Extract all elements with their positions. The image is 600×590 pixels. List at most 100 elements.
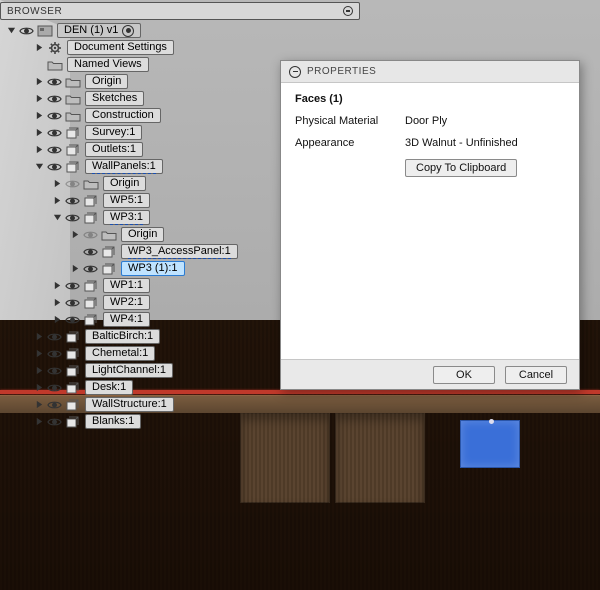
tree-item-label[interactable]: WP4:1 (103, 312, 150, 327)
tree-row[interactable]: Outlets:1 (6, 141, 238, 158)
visibility-eye-icon[interactable] (47, 382, 62, 394)
browser-panel-header[interactable]: BROWSER (0, 2, 360, 20)
tree-row[interactable]: WP3 (1):1 (6, 260, 238, 277)
visibility-eye-icon[interactable] (47, 365, 62, 377)
tree-row[interactable]: Origin (6, 73, 238, 90)
visibility-eye-icon[interactable] (19, 25, 34, 37)
tree-item-label[interactable]: Document Settings (67, 40, 174, 55)
tree-row[interactable]: WP4:1 (6, 311, 238, 328)
twisty-right-icon[interactable] (52, 314, 63, 325)
twisty-right-icon[interactable] (34, 348, 45, 359)
tree-item-label[interactable]: WP2:1 (103, 295, 150, 310)
tree-item-label[interactable]: Outlets:1 (85, 142, 143, 157)
tree-item-label[interactable]: Origin (121, 227, 164, 242)
visibility-eye-icon[interactable] (47, 348, 62, 360)
twisty-down-icon[interactable] (6, 25, 17, 36)
collapse-icon[interactable] (343, 6, 353, 16)
tree-item-label[interactable]: LightChannel:1 (85, 363, 173, 378)
ok-button[interactable]: OK (433, 366, 495, 384)
tree-row[interactable]: Named Views (6, 56, 238, 73)
tree-row[interactable]: Chemetal:1 (6, 345, 238, 362)
twisty-right-icon[interactable] (70, 263, 81, 274)
visibility-eye-icon[interactable] (47, 144, 62, 156)
visibility-eye-icon[interactable] (65, 195, 80, 207)
tree-item-label[interactable]: Sketches (85, 91, 144, 106)
tree-item-label[interactable]: Origin (85, 74, 128, 89)
visibility-eye-icon[interactable] (47, 399, 62, 411)
tree-row[interactable]: WP3_AccessPanel:1 (6, 243, 238, 260)
tree-item-label[interactable]: WP3 (1):1 (121, 261, 185, 276)
tree-item-label[interactable]: BalticBirch:1 (85, 329, 160, 344)
visibility-eye-icon[interactable] (47, 76, 62, 88)
twisty-right-icon[interactable] (34, 416, 45, 427)
cancel-button[interactable]: Cancel (505, 366, 567, 384)
tree-row[interactable]: Desk:1 (6, 379, 238, 396)
tree-row[interactable]: Construction (6, 107, 238, 124)
tree-root-row[interactable]: DEN (1) v1 (6, 22, 238, 39)
twisty-down-icon[interactable] (34, 161, 45, 172)
twisty-right-icon[interactable] (34, 127, 45, 138)
twisty-right-icon[interactable] (52, 178, 63, 189)
twisty-right-icon[interactable] (34, 42, 45, 53)
twisty-right-icon[interactable] (34, 76, 45, 87)
twisty-right-icon[interactable] (34, 144, 45, 155)
visibility-eye-icon[interactable] (83, 246, 98, 258)
visibility-eye-icon[interactable] (65, 314, 80, 326)
tree-row[interactable]: WP5:1 (6, 192, 238, 209)
visibility-eye-icon[interactable] (47, 127, 62, 139)
tree-item-label[interactable]: WP1:1 (103, 278, 150, 293)
twisty-right-icon[interactable] (34, 365, 45, 376)
tree-row[interactable]: LightChannel:1 (6, 362, 238, 379)
tree-item-label[interactable]: Blanks:1 (85, 414, 141, 429)
tree-row[interactable]: WallPanels:1 (6, 158, 238, 175)
tree-root-label[interactable]: DEN (1) v1 (57, 23, 141, 38)
tree-row[interactable]: WP3:1 (6, 209, 238, 226)
visibility-eye-icon[interactable] (83, 263, 98, 275)
twisty-right-icon[interactable] (52, 280, 63, 291)
copy-to-clipboard-button[interactable]: Copy To Clipboard (405, 159, 517, 177)
visibility-eye-icon[interactable] (47, 93, 62, 105)
twisty-right-icon[interactable] (34, 93, 45, 104)
twisty-right-icon[interactable] (34, 331, 45, 342)
visibility-eye-icon[interactable] (65, 280, 80, 292)
twisty-down-icon[interactable] (52, 212, 63, 223)
twisty-right-icon[interactable] (34, 382, 45, 393)
tree-item-label[interactable]: WP5:1 (103, 193, 150, 208)
visibility-eye-icon[interactable] (47, 161, 62, 173)
visibility-eye-icon[interactable] (65, 297, 80, 309)
tree-row[interactable]: Origin (6, 175, 238, 192)
visibility-eye-icon[interactable] (65, 212, 80, 224)
tree-row[interactable]: WallStructure:1 (6, 396, 238, 413)
tree-row[interactable]: BalticBirch:1 (6, 328, 238, 345)
tree-item-label[interactable]: Named Views (67, 57, 149, 72)
visibility-eye-icon[interactable] (47, 110, 62, 122)
twisty-right-icon[interactable] (52, 297, 63, 308)
tree-item-label[interactable]: Construction (85, 108, 161, 123)
twisty-right-icon[interactable] (34, 399, 45, 410)
activate-radio-icon[interactable] (122, 25, 134, 37)
twisty-right-icon[interactable] (34, 110, 45, 121)
tree-item-label[interactable]: Chemetal:1 (85, 346, 155, 361)
tree-item-label[interactable]: WP3_AccessPanel:1 (121, 244, 238, 259)
tree-row[interactable]: WP2:1 (6, 294, 238, 311)
tree-row[interactable]: Survey:1 (6, 124, 238, 141)
tree-item-label[interactable]: Desk:1 (85, 380, 133, 395)
visibility-eye-icon[interactable] (47, 331, 62, 343)
collapse-icon[interactable] (289, 66, 301, 78)
properties-header[interactable]: PROPERTIES (281, 61, 579, 83)
tree-row[interactable]: Sketches (6, 90, 238, 107)
tree-item-label[interactable]: WallStructure:1 (85, 397, 174, 412)
tree-row[interactable]: WP1:1 (6, 277, 238, 294)
visibility-eye-off-icon[interactable] (83, 229, 98, 241)
tree-item-label[interactable]: WP3:1 (103, 210, 150, 225)
visibility-eye-icon[interactable] (47, 416, 62, 428)
visibility-eye-off-icon[interactable] (65, 178, 80, 190)
twisty-right-icon[interactable] (70, 229, 81, 240)
tree-item-label[interactable]: WallPanels:1 (85, 159, 163, 174)
tree-row[interactable]: Origin (6, 226, 238, 243)
tree-item-label[interactable]: Survey:1 (85, 125, 142, 140)
tree-row[interactable]: Blanks:1 (6, 413, 238, 430)
tree-row[interactable]: Document Settings (6, 39, 238, 56)
tree-item-label[interactable]: Origin (103, 176, 146, 191)
twisty-right-icon[interactable] (52, 195, 63, 206)
